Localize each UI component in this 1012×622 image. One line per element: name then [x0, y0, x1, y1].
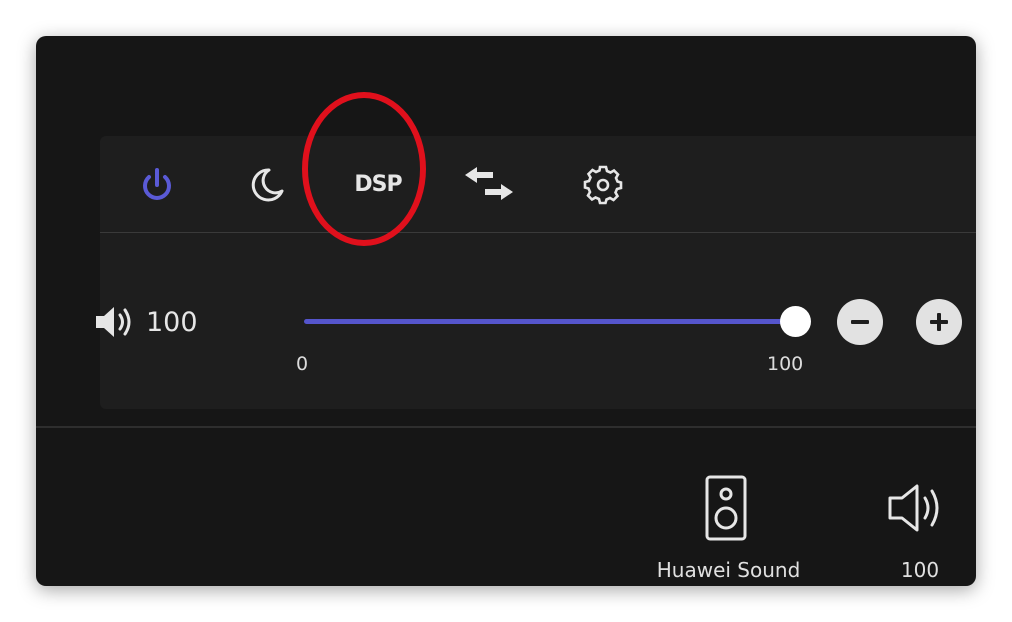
sleep-button[interactable]	[242, 164, 292, 206]
slider-max-label: 100	[767, 353, 804, 375]
dsp-button[interactable]: DSP	[346, 162, 410, 206]
volume-slider-track[interactable]	[304, 319, 796, 324]
device-name: Huawei Sound	[656, 558, 801, 582]
player-panel: DSP	[100, 136, 976, 409]
device-volume-button[interactable]	[886, 480, 950, 536]
toolbar-divider	[100, 232, 976, 233]
volume-readout: 100	[94, 304, 198, 340]
volume-value: 100	[146, 306, 198, 338]
power-button[interactable]	[132, 164, 182, 206]
volume-down-button[interactable]	[837, 299, 883, 345]
volume-up-button[interactable]	[916, 299, 962, 345]
dsp-label: DSP	[354, 171, 402, 197]
minus-icon	[851, 320, 869, 324]
switch-input-button[interactable]	[460, 162, 520, 208]
speaker-device-icon	[705, 475, 747, 541]
gear-icon	[583, 165, 623, 205]
settings-button[interactable]	[578, 164, 628, 206]
power-icon	[143, 168, 171, 200]
section-divider	[36, 426, 976, 428]
device-volume-value: 100	[900, 558, 940, 582]
moon-icon	[251, 168, 284, 202]
speaker-volume-icon	[888, 484, 939, 532]
volume-slider-thumb[interactable]	[780, 306, 811, 337]
app-window: DSP 100 0 100 Huawei Sound 100	[36, 36, 976, 586]
device-speaker-button[interactable]	[700, 474, 752, 544]
slider-min-label: 0	[296, 353, 309, 375]
swap-arrows-icon	[465, 167, 513, 200]
speaker-icon	[96, 307, 131, 337]
